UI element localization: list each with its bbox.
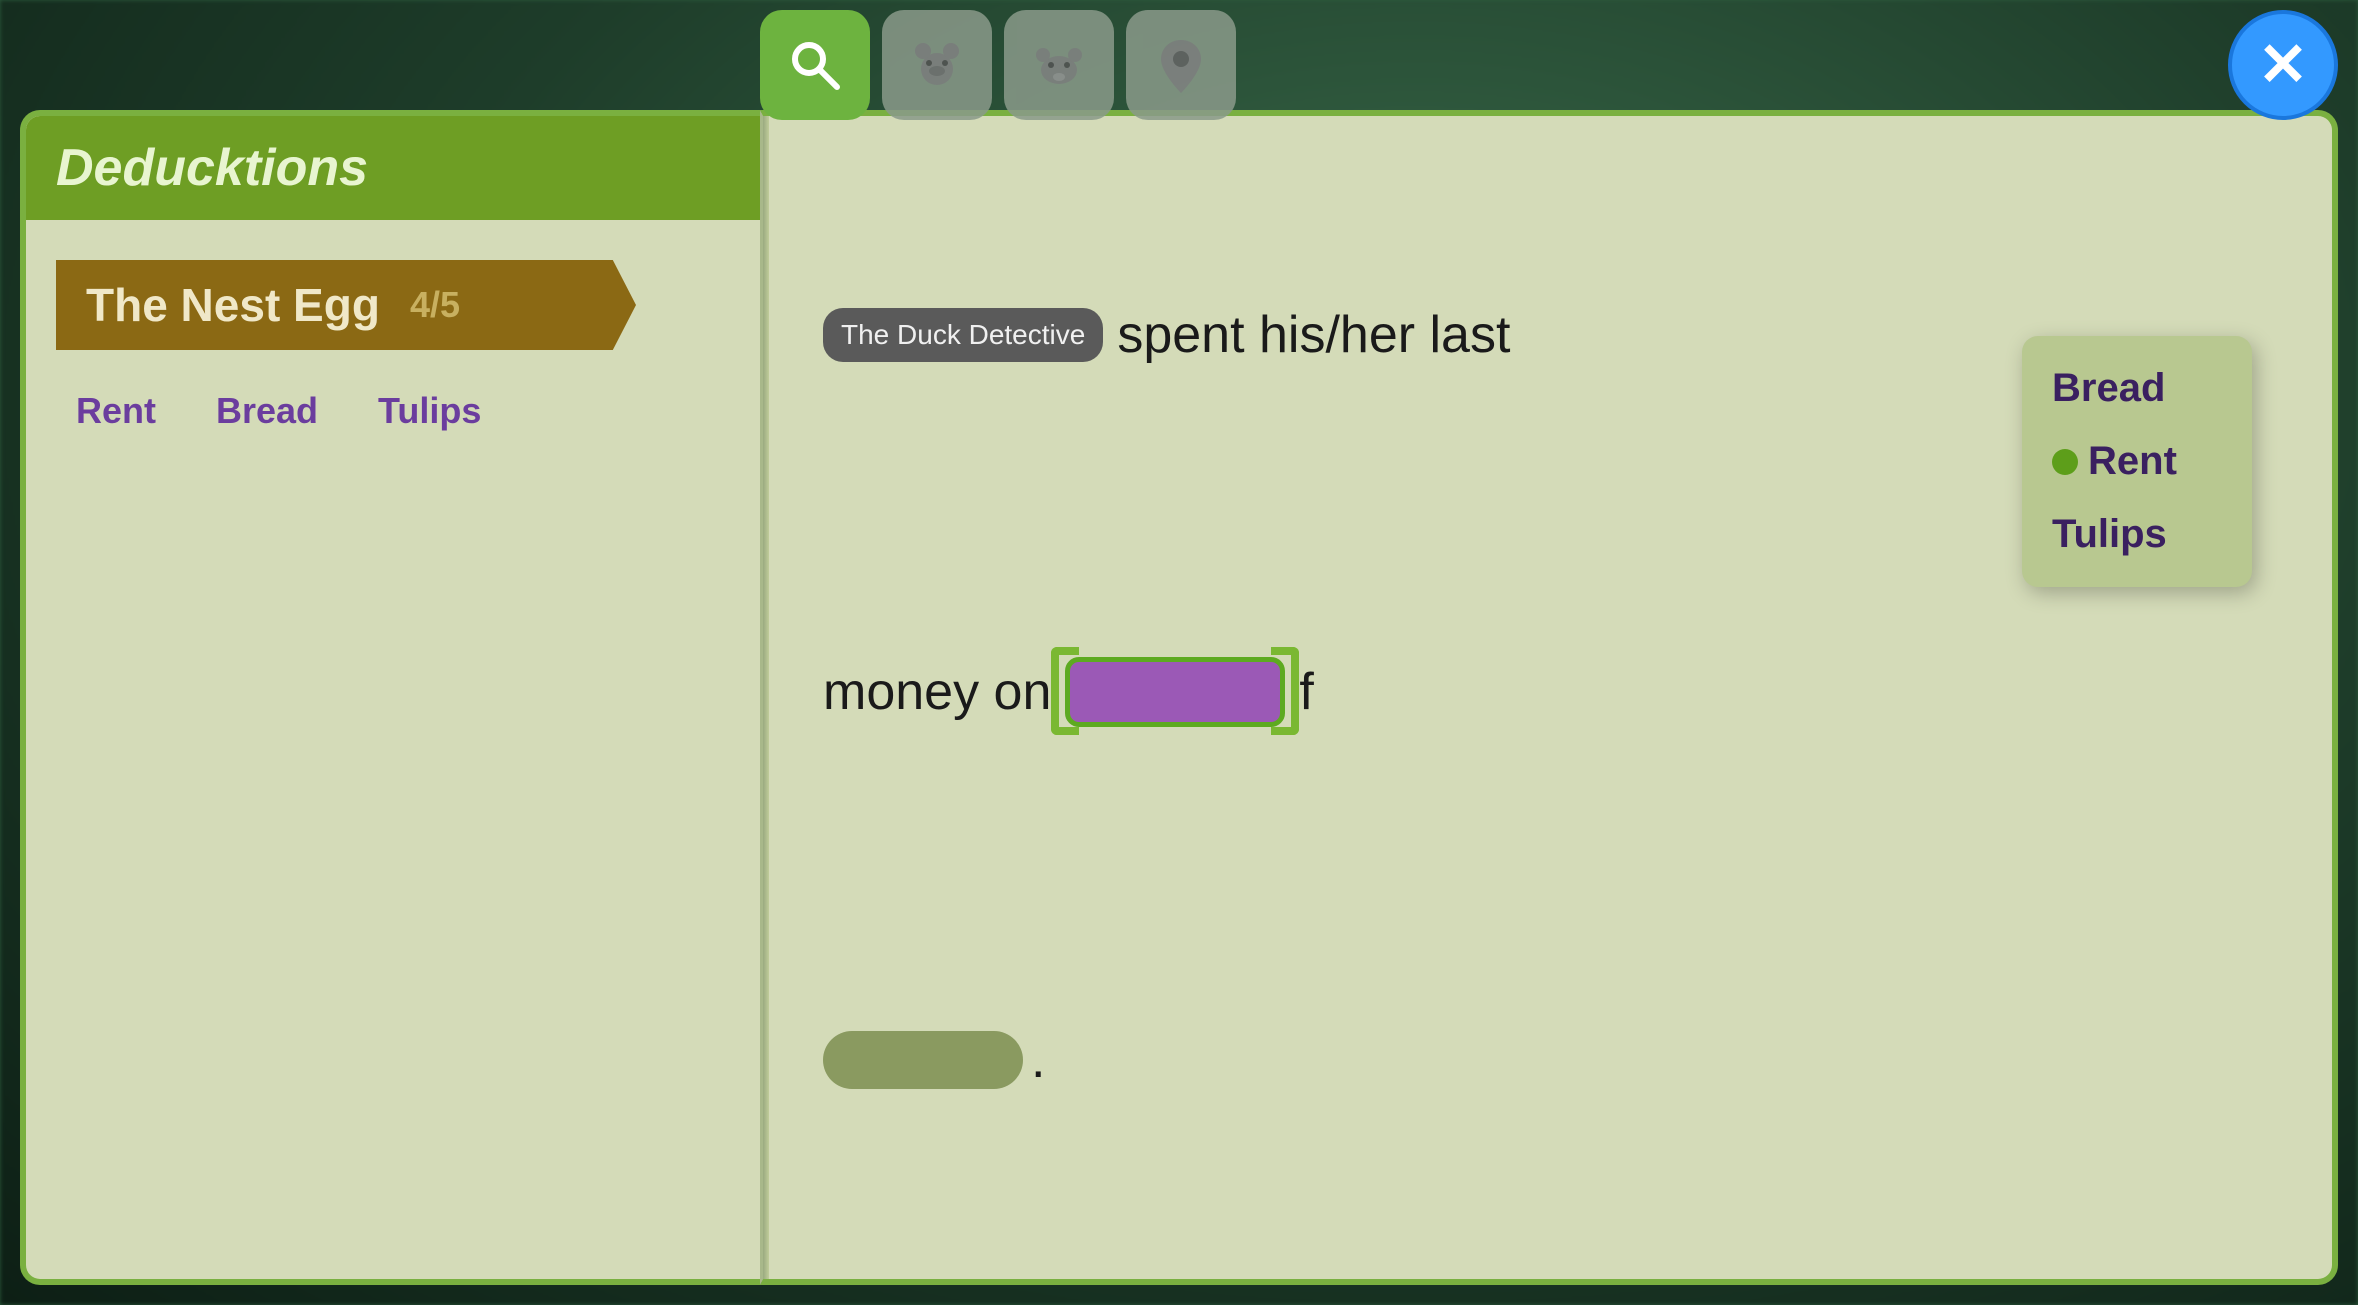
location-tab-button[interactable] (1126, 10, 1236, 120)
dropdown-label-bread: Bread (2052, 366, 2165, 411)
cow-icon (1029, 35, 1089, 95)
dropdown-bullet-rent (2052, 449, 2078, 475)
left-page: Deducktions The Nest Egg 4/5 Rent Bread … (20, 110, 760, 1285)
dropdown-item-bread[interactable]: Bread (2032, 356, 2242, 421)
bracket-right (1271, 647, 1299, 735)
dropdown-label-tulips: Tulips (2052, 512, 2167, 557)
sentence-area: The Duck Detective spent his/her last mo… (823, 166, 2282, 1229)
right-page: The Duck Detective spent his/her last mo… (760, 110, 2338, 1285)
fill-slot-2[interactable] (823, 1031, 1023, 1089)
left-page-content: The Nest Egg 4/5 Rent Bread Tulips (26, 220, 760, 1279)
options-row: Rent Bread Tulips (56, 380, 730, 442)
dropdown-label-rent: Rent (2088, 439, 2177, 484)
option-rent[interactable]: Rent (76, 390, 156, 432)
sentence-part3: f (1299, 653, 1313, 731)
bear-tab-button[interactable] (882, 10, 992, 120)
toolbar (760, 10, 1236, 120)
option-tulips[interactable]: Tulips (378, 390, 481, 432)
dropdown-item-rent[interactable]: Rent (2032, 429, 2242, 494)
spine-line (763, 116, 769, 1279)
sentence-part2: money on (823, 653, 1051, 731)
location-icon (1151, 35, 1211, 95)
chapter-banner: The Nest Egg 4/5 (56, 260, 730, 350)
chapter-title: The Nest Egg (86, 278, 380, 332)
dropdown-menu: Bread Rent Tulips (2022, 336, 2252, 587)
sentence-end: . (1031, 1021, 1045, 1099)
close-button[interactable]: ✕ (2228, 10, 2338, 120)
fill-slot[interactable] (1065, 657, 1285, 727)
option-bread[interactable]: Bread (216, 390, 318, 432)
search-icon (785, 35, 845, 95)
detective-tag: The Duck Detective (823, 308, 1103, 362)
left-page-header: Deducktions (26, 116, 760, 220)
sentence-part1: spent his/her last (1117, 296, 1510, 374)
bear-icon (907, 35, 967, 95)
chapter-count: 4/5 (410, 284, 460, 326)
dropdown-item-tulips[interactable]: Tulips (2032, 502, 2242, 567)
bracket-left (1051, 647, 1079, 735)
close-icon: ✕ (2258, 30, 2308, 100)
cow-tab-button[interactable] (1004, 10, 1114, 120)
deducktions-title: Deducktions (56, 139, 368, 197)
search-tab-button[interactable] (760, 10, 870, 120)
book: Deducktions The Nest Egg 4/5 Rent Bread … (20, 110, 2338, 1285)
fill-slot-inner[interactable] (1065, 657, 1285, 727)
banner-shape: The Nest Egg 4/5 (56, 260, 636, 350)
